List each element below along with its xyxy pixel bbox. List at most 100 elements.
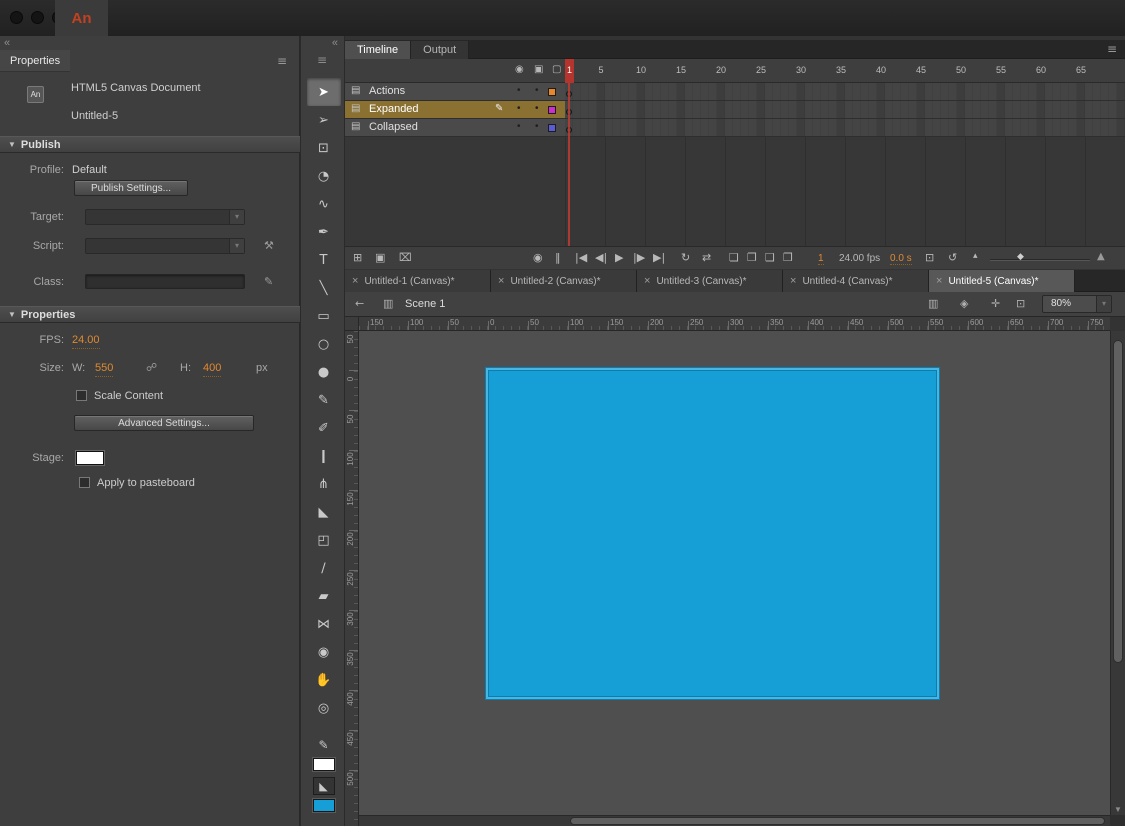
show-parenting-button[interactable]: ‖ xyxy=(555,251,561,264)
publish-section-header[interactable]: ▼Publish xyxy=(0,136,300,153)
document-tab-2[interactable]: ×Untitled-2 (Canvas)* xyxy=(491,270,637,292)
layer-frames-expanded[interactable] xyxy=(565,101,1125,119)
playhead-marker[interactable]: 1 xyxy=(565,59,574,83)
scene-name-label[interactable]: Scene 1 xyxy=(405,298,445,310)
zoom-level-dropdown[interactable]: 80% ▾ xyxy=(1042,295,1112,313)
edit-scene-icon[interactable]: ▥ xyxy=(928,297,938,310)
link-dimensions-icon[interactable]: ☍ xyxy=(146,360,157,376)
close-tab-icon[interactable]: × xyxy=(498,275,504,287)
stroke-color-swatch[interactable] xyxy=(313,758,335,771)
pasteboard[interactable] xyxy=(359,331,1110,815)
step-back-button[interactable]: ◀| xyxy=(595,251,607,264)
target-dropdown[interactable]: ▾ xyxy=(85,209,245,225)
back-arrow-icon[interactable]: ← xyxy=(355,297,364,310)
reset-timeline-zoom-icon[interactable]: ↺ xyxy=(948,251,957,264)
clip-content-icon[interactable]: ⊡ xyxy=(1016,297,1025,310)
frame-view-icon[interactable]: ⊡ xyxy=(925,251,934,264)
publish-settings-button[interactable]: Publish Settings... xyxy=(74,180,188,196)
layer-row-collapsed[interactable]: ▤Collapsed•• xyxy=(345,119,565,137)
vertical-scrollbar-thumb[interactable] xyxy=(1113,340,1123,663)
lasso-tool[interactable]: ∿ xyxy=(307,190,341,218)
layer-lock-dot[interactable]: • xyxy=(535,103,539,114)
layer-lock-dot[interactable]: • xyxy=(535,85,539,96)
add-camera-button[interactable]: ◉ xyxy=(533,251,543,264)
close-tab-icon[interactable]: × xyxy=(936,275,942,287)
layer-visibility-dot[interactable]: • xyxy=(517,85,521,96)
rectangle-tool[interactable]: ▭ xyxy=(307,302,341,330)
tab-properties[interactable]: Properties xyxy=(0,50,70,72)
document-tab-1[interactable]: ×Untitled-1 (Canvas)* xyxy=(345,270,491,292)
bone-tool[interactable]: ⋔ xyxy=(307,470,341,498)
step-forward-button[interactable]: |▶ xyxy=(633,251,645,264)
stage-canvas[interactable] xyxy=(488,370,937,697)
frame-rate-indicator[interactable]: 24.00 fps xyxy=(839,253,880,264)
paint-bucket-tool[interactable]: ◣ xyxy=(307,498,341,526)
brush-tool[interactable]: ✐ xyxy=(307,414,341,442)
close-window-button[interactable] xyxy=(10,11,23,24)
stage-color-swatch[interactable] xyxy=(76,451,104,465)
edit-class-pencil-icon[interactable]: ✎ xyxy=(264,274,273,290)
oval-primitive-tool[interactable]: ● xyxy=(307,358,341,386)
free-transform-tool[interactable]: ⊡ xyxy=(307,134,341,162)
collapse-tools-icon[interactable]: « xyxy=(332,37,338,49)
width-value[interactable]: 550 xyxy=(95,360,113,377)
lock-all-layers-icon[interactable]: ▣ xyxy=(534,64,543,75)
vertical-scrollbar[interactable]: ▼ xyxy=(1110,331,1125,815)
playhead-line[interactable] xyxy=(568,83,570,246)
layer-visibility-dot[interactable]: • xyxy=(517,103,521,114)
layer-frames-collapsed[interactable] xyxy=(565,119,1125,137)
zoom-in-frames-icon[interactable]: ▲ xyxy=(1097,251,1105,262)
scale-content-checkbox[interactable] xyxy=(76,390,87,401)
modify-markers-button[interactable]: ❒ xyxy=(783,251,793,264)
elapsed-time-indicator[interactable]: 0.0 s xyxy=(890,253,912,265)
zoom-tool[interactable]: ◎ xyxy=(307,694,341,722)
3d-rotation-tool[interactable]: ◔ xyxy=(307,162,341,190)
oval-tool[interactable]: ○ xyxy=(307,330,341,358)
line-tool[interactable]: ╲ xyxy=(307,274,341,302)
timeline-menu-icon[interactable]: ≡ xyxy=(1107,42,1117,56)
scroll-down-arrow-icon[interactable]: ▼ xyxy=(1114,805,1122,814)
center-stage-icon[interactable]: ✛ xyxy=(991,297,1000,310)
document-tab-3[interactable]: ×Untitled-3 (Canvas)* xyxy=(637,270,783,292)
timeline-zoom-thumb[interactable]: ◆ xyxy=(1017,252,1024,262)
close-tab-icon[interactable]: × xyxy=(352,275,358,287)
horizontal-scrollbar[interactable] xyxy=(359,815,1110,826)
advanced-settings-button[interactable]: Advanced Settings... xyxy=(74,415,254,431)
height-value[interactable]: 400 xyxy=(203,360,221,377)
minimize-window-button[interactable] xyxy=(31,11,44,24)
timeline-tab-timeline[interactable]: Timeline xyxy=(345,41,411,60)
loop-button[interactable]: ↻ xyxy=(681,251,690,264)
timeline-tab-output[interactable]: Output xyxy=(411,41,469,60)
delete-layer-button[interactable]: ⌧ xyxy=(399,251,412,264)
fill-color-swatch[interactable] xyxy=(313,799,335,812)
pencil-tool[interactable]: ✎ xyxy=(307,386,341,414)
document-tab-5[interactable]: ×Untitled-5 (Canvas)* xyxy=(929,270,1075,292)
onion-outlines-button[interactable]: ❐ xyxy=(747,251,757,264)
document-tab-4[interactable]: ×Untitled-4 (Canvas)* xyxy=(783,270,929,292)
layer-frames-actions[interactable] xyxy=(565,83,1125,101)
script-settings-wrench-icon[interactable]: ⚒ xyxy=(264,238,274,254)
new-layer-button[interactable]: ⊞ xyxy=(353,251,362,264)
hand-tool[interactable]: ✋ xyxy=(307,666,341,694)
paint-brush-tool[interactable]: ❙ xyxy=(307,442,341,470)
tools-menu-icon[interactable]: ≡ xyxy=(317,53,327,67)
edit-symbols-icon[interactable]: ◈ xyxy=(960,297,968,310)
timeline-zoom-slider[interactable] xyxy=(990,259,1090,261)
subselection-tool[interactable]: ➢ xyxy=(307,106,341,134)
app-icon[interactable]: An xyxy=(55,0,108,36)
properties-section-header[interactable]: ▼Properties xyxy=(0,306,300,323)
layer-row-actions[interactable]: ▤Actions•• xyxy=(345,83,565,101)
apply-pasteboard-checkbox[interactable] xyxy=(79,477,90,488)
layer-row-expanded[interactable]: ▤Expanded✎•• xyxy=(345,101,565,119)
fill-bucket-icon[interactable]: ◣ xyxy=(313,777,335,795)
script-dropdown[interactable]: ▾ xyxy=(85,238,245,254)
outline-all-layers-icon[interactable]: ▢ xyxy=(552,64,561,75)
onion-skin-button[interactable]: ❏ xyxy=(729,251,739,264)
ink-bottle-tool[interactable]: ◰ xyxy=(307,526,341,554)
layer-lock-dot[interactable]: • xyxy=(535,121,539,132)
zoom-out-frames-icon[interactable]: ▴ xyxy=(973,251,978,261)
class-input[interactable] xyxy=(85,274,245,289)
panel-menu-icon[interactable]: ≡ xyxy=(277,54,287,68)
eyedropper-tool[interactable]: ∕ xyxy=(307,554,341,582)
edit-multiple-frames-button[interactable]: ❑ xyxy=(765,251,775,264)
